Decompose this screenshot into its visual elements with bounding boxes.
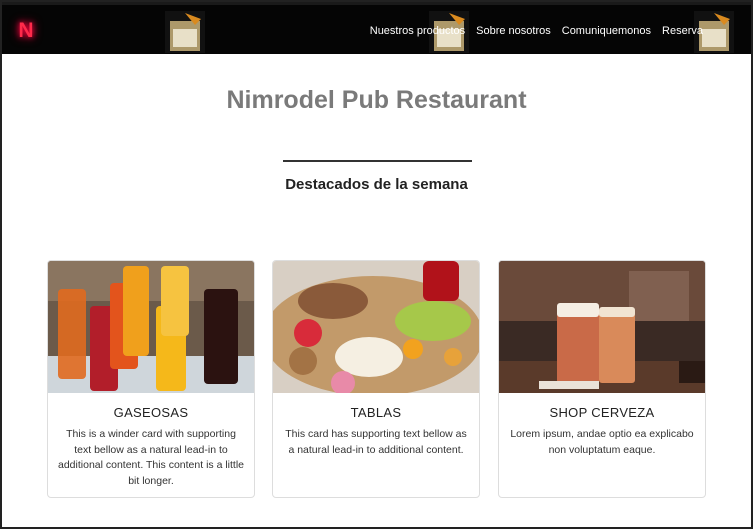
card-text: This card has supporting text bellow as … (285, 428, 467, 456)
page: N Nuestros productos Sobre nosotros Comu… (0, 0, 753, 529)
nav-link-comuniquemonos[interactable]: Comuniquemonos (562, 25, 651, 37)
card-title: GASEOSAS (113, 405, 189, 420)
product-card: TABLAS This card has supporting text bel… (272, 260, 480, 498)
product-card: SHOP CERVEZA Lorem ipsum, andae optio ea… (498, 260, 706, 498)
page-title: Nimrodel Pub Restaurant (226, 86, 527, 114)
card-text: Lorem ipsum, andae optio ea explicabo no… (510, 428, 694, 456)
card-text: This is a winder card with supporting te… (58, 428, 245, 487)
card-title: TABLAS (350, 405, 402, 420)
section-title: Destacados de la semana (285, 176, 468, 193)
product-card: GASEOSAS This is a winder card with supp… (47, 260, 255, 498)
card-title: SHOP CERVEZA (549, 405, 655, 420)
navbar: N Nuestros productos Sobre nosotros Comu… (2, 2, 751, 54)
beer-glasses-photo-icon (499, 261, 705, 393)
soft-drinks-photo-icon (48, 261, 254, 393)
neon-logo-icon[interactable]: N (16, 19, 36, 43)
section-divider (283, 160, 472, 162)
nav-link-sobre-nosotros[interactable]: Sobre nosotros (476, 25, 551, 37)
nav-link-reserva[interactable]: Reserva (662, 25, 703, 37)
nav-link-productos[interactable]: Nuestros productos (370, 25, 465, 37)
cheese-board-photo-icon (273, 261, 479, 393)
nav-links: Nuestros productos Sobre nosotros Comuni… (370, 25, 703, 37)
whiskey-glass-icon (165, 11, 205, 53)
